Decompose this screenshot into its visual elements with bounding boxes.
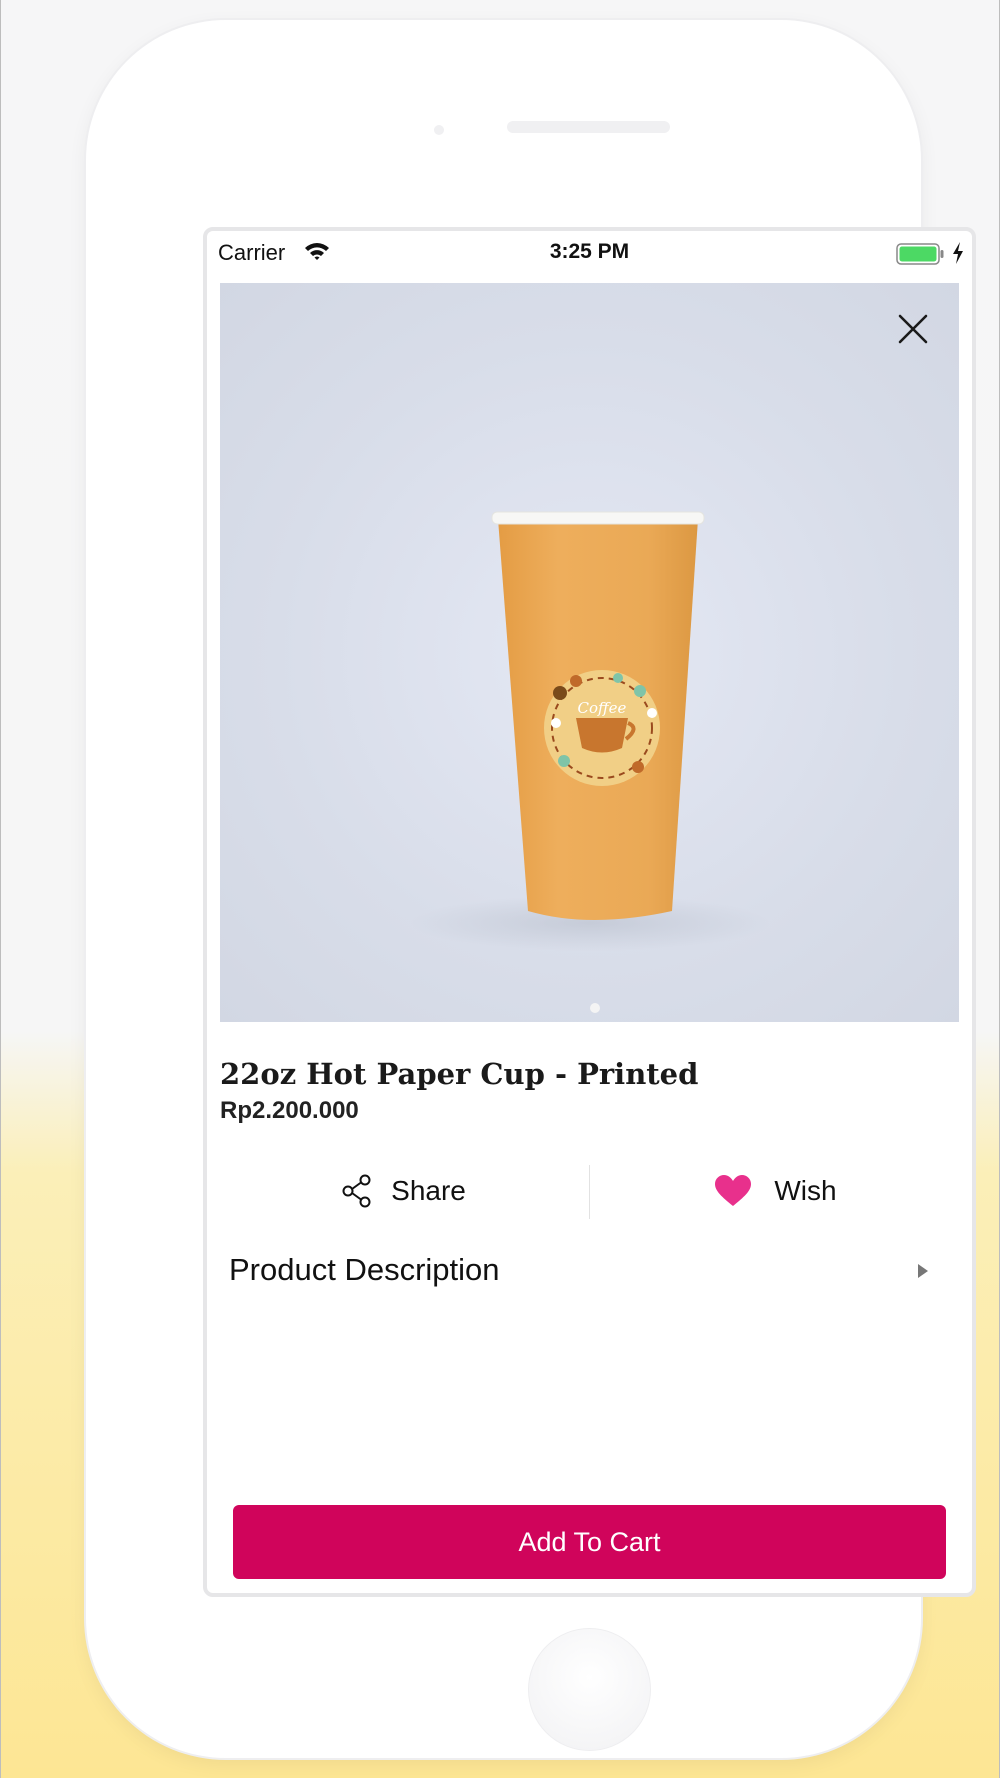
home-button[interactable] bbox=[528, 1628, 651, 1751]
page-indicator-dot[interactable] bbox=[590, 1003, 600, 1013]
wish-label: Wish bbox=[774, 1175, 837, 1206]
clock: 3:25 PM bbox=[549, 240, 630, 263]
close-icon[interactable] bbox=[895, 311, 931, 347]
phone-frame: Carrier 3:25 PM Coffee 22oz Hot Paper Cu… bbox=[86, 20, 976, 1758]
cup-print-text: Coffee bbox=[578, 699, 627, 717]
bolt-icon bbox=[953, 242, 963, 264]
action-divider bbox=[589, 1165, 590, 1219]
status-bar: Carrier 3:25 PM bbox=[207, 231, 972, 281]
battery-icon bbox=[896, 243, 944, 265]
share-label: Share bbox=[391, 1175, 466, 1206]
triangle-right-icon bbox=[918, 1264, 928, 1278]
front-camera bbox=[434, 125, 444, 135]
heart-icon bbox=[715, 1175, 752, 1206]
share-icon bbox=[342, 1174, 371, 1208]
app-screen: Carrier 3:25 PM Coffee 22oz Hot Paper Cu… bbox=[203, 227, 976, 1597]
earpiece-speaker bbox=[507, 121, 670, 133]
product-title: 22oz Hot Paper Cup - Printed bbox=[220, 1057, 699, 1091]
add-to-cart-button[interactable]: Add To Cart bbox=[233, 1505, 946, 1579]
wish-button[interactable]: Wish bbox=[592, 1161, 959, 1221]
action-row: Share Wish bbox=[220, 1161, 959, 1221]
share-button[interactable]: Share bbox=[220, 1161, 587, 1221]
product-price: Rp2.200.000 bbox=[220, 1097, 359, 1124]
product-description-label: Product Description bbox=[229, 1252, 500, 1287]
product-description-row[interactable]: Product Description bbox=[229, 1246, 929, 1296]
cup-image: Coffee bbox=[410, 511, 770, 951]
product-image: Coffee bbox=[220, 283, 959, 1022]
